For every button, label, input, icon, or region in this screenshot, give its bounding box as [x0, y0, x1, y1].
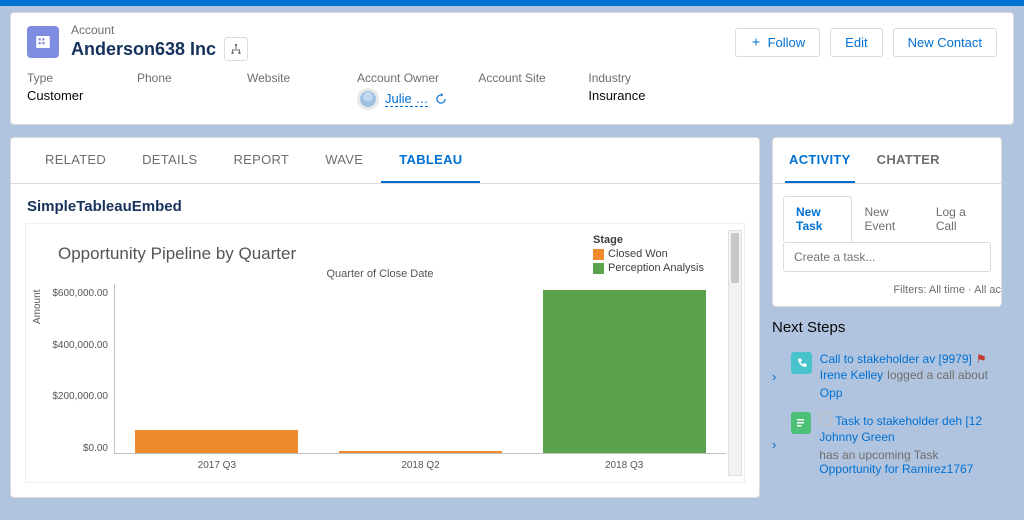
flag-icon: ⚑ — [976, 352, 987, 366]
task-tab-log-a-call[interactable]: Log a Call — [923, 196, 991, 242]
step-title[interactable]: Task to stakeholder deh [12 — [835, 414, 982, 428]
tab-related[interactable]: RELATED — [27, 138, 124, 183]
task-type-tabs: New TaskNew EventLog a Call — [773, 184, 1001, 242]
tab-details[interactable]: DETAILS — [124, 138, 215, 183]
edit-button[interactable]: Edit — [830, 28, 882, 57]
step-title[interactable]: Call to stakeholder av [9979] — [820, 352, 972, 366]
side-tab-activity[interactable]: ACTIVITY — [785, 138, 855, 183]
task-icon — [791, 412, 811, 434]
related-link[interactable]: Opportunity for Ramirez1767 — [819, 462, 973, 476]
owner-link[interactable]: Julie … — [385, 91, 428, 107]
bar[interactable] — [543, 290, 706, 453]
who-link[interactable]: Johnny Green — [819, 430, 894, 444]
tab-wave[interactable]: WAVE — [307, 138, 381, 183]
tableau-chart: Stage Closed WonPerception Analysis Oppo… — [25, 223, 745, 483]
x-tick: 2018 Q3 — [522, 460, 726, 471]
call-icon — [791, 352, 812, 374]
bar-slot — [115, 284, 319, 453]
activity-filter-text[interactable]: Filters: All time · All ac — [773, 284, 1001, 306]
account-icon — [27, 26, 59, 58]
create-task-input[interactable] — [783, 242, 991, 272]
task-tab-new-event[interactable]: New Event — [852, 196, 923, 242]
bar[interactable] — [339, 451, 502, 453]
next-steps-title: Next Steps — [772, 307, 1002, 346]
next-step-item[interactable]: › Task to stakeholder deh [12 Johnny Green… — [772, 406, 1002, 482]
tab-tableau[interactable]: TABLEAU — [381, 138, 480, 183]
legend-item: Closed Won — [593, 248, 704, 260]
chevron-right-icon[interactable]: › — [772, 437, 783, 452]
x-tick: 2018 Q2 — [319, 460, 523, 471]
who-link[interactable]: Irene Kelley — [820, 368, 883, 382]
field-label: Type — [27, 71, 107, 85]
bar[interactable] — [135, 430, 298, 453]
x-tick: 2017 Q3 — [115, 460, 319, 471]
field-value: Customer — [27, 88, 107, 103]
y-axis: $600,000.00$400,000.00$200,000.00$0.00 — [34, 284, 114, 474]
plus-icon — [750, 36, 762, 48]
task-checkbox[interactable] — [819, 412, 832, 425]
activity-tabs: ACTIVITY CHATTER — [773, 138, 1001, 184]
object-label: Account — [71, 23, 248, 37]
chart-legend: Stage Closed WonPerception Analysis — [593, 234, 704, 274]
embed-title: SimpleTableauEmbed — [11, 184, 759, 223]
legend-item: Perception Analysis — [593, 262, 704, 274]
what-link[interactable]: Opp — [820, 386, 843, 400]
y-axis-label: Amount — [32, 290, 43, 324]
chevron-right-icon[interactable]: › — [772, 369, 783, 384]
change-owner-icon[interactable] — [434, 92, 448, 106]
hierarchy-button[interactable] — [224, 37, 248, 61]
avatar — [357, 88, 379, 110]
bar-slot — [522, 284, 726, 453]
tab-report[interactable]: REPORT — [215, 138, 307, 183]
bar-slot — [319, 284, 523, 453]
task-tab-new-task[interactable]: New Task — [783, 196, 852, 242]
bars-area: 2017 Q32018 Q22018 Q3 — [114, 284, 726, 454]
side-tab-chatter[interactable]: CHATTER — [873, 138, 944, 183]
detail-tabs: RELATEDDETAILSREPORTWAVETABLEAU — [11, 138, 759, 184]
follow-button[interactable]: Follow — [735, 28, 821, 57]
record-name: Anderson638 Inc — [71, 39, 216, 60]
record-header: Account Anderson638 Inc Follow Edit New … — [10, 12, 1014, 125]
scrollbar[interactable] — [728, 230, 742, 476]
new-contact-button[interactable]: New Contact — [893, 28, 997, 57]
next-step-item[interactable]: › Call to stakeholder av [9979] ⚑ Irene Kel… — [772, 346, 1002, 406]
